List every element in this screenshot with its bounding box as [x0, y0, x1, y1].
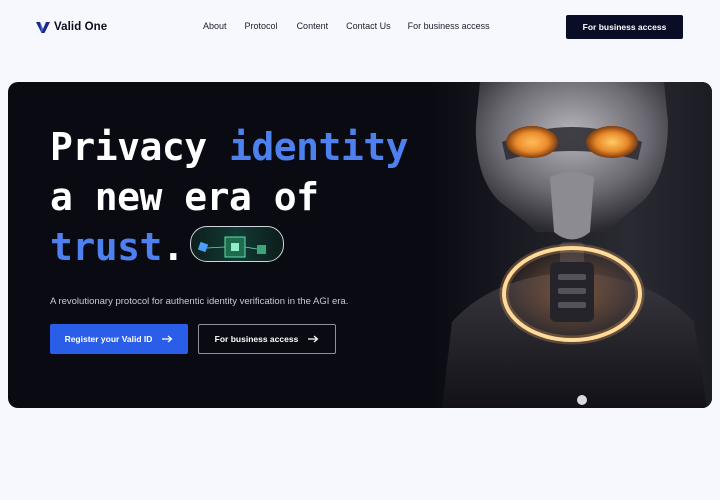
headline-dot: .: [161, 225, 185, 269]
main-nav: About Protocol Content Contact Us For bu…: [203, 21, 490, 31]
arrow-right-icon: [308, 335, 319, 343]
brand-logo[interactable]: Valid One: [36, 20, 107, 34]
hero-business-access-button[interactable]: For business access: [198, 324, 336, 354]
arrow-right-icon: [162, 335, 173, 343]
nav-item-protocol[interactable]: Protocol: [245, 21, 278, 31]
register-button-label: Register your Valid ID: [64, 334, 153, 344]
valid-one-logo-icon: [36, 22, 50, 33]
hero-subtitle: A revolutionary protocol for authentic i…: [50, 295, 349, 307]
register-valid-id-button[interactable]: Register your Valid ID: [50, 324, 188, 354]
nav-item-contact-us[interactable]: Contact Us: [346, 21, 391, 31]
nav-item-business-access[interactable]: For business access: [408, 21, 490, 31]
headline-line-2: a new era of: [50, 175, 319, 219]
hero-headline: Privacy identity a new era of trust.: [50, 122, 409, 272]
header-business-access-button[interactable]: For business access: [566, 15, 683, 39]
nav-item-content[interactable]: Content: [297, 21, 329, 31]
hologram-cubes-icon: [198, 236, 267, 257]
business-access-label: For business access: [214, 334, 299, 344]
headline-trust: trust: [50, 225, 162, 269]
robot-illustration: [442, 82, 707, 408]
brand-name: Valid One: [54, 21, 108, 33]
id-card-pill-image: [190, 225, 285, 262]
robot-image: [432, 82, 712, 408]
nav-item-about[interactable]: About: [203, 21, 227, 31]
headline-privacy: Privacy: [50, 125, 230, 169]
site-header: Valid One About Protocol Content Contact…: [0, 0, 720, 56]
hero-section: Privacy identity a new era of trust. A r…: [8, 82, 712, 408]
headline-identity: identity: [229, 125, 409, 169]
